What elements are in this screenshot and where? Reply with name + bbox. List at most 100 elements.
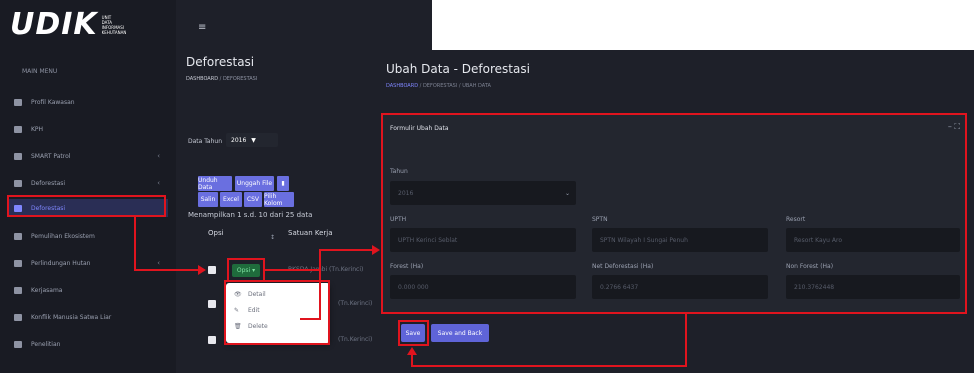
- list-page-screenshot: UDIK UNIT DATA INFORMASI KEHUTANAN MAIN …: [0, 0, 432, 373]
- breadcrumb-ubah-data: UBAH DATA: [462, 83, 491, 89]
- sidebar-item-kerjasama[interactable]: Kerjasama: [8, 281, 168, 299]
- unggah-file-button[interactable]: Unggah File: [235, 176, 274, 191]
- sidebar-item-label: Kerjasama: [31, 286, 63, 294]
- pencil-icon: ✎: [234, 307, 240, 314]
- sidebar-item-label: Pemulihan Ekosistem: [31, 232, 95, 240]
- column-header-satuan-kerja[interactable]: Satuan Kerja: [288, 229, 333, 237]
- excel-button[interactable]: Excel: [220, 192, 242, 207]
- menu-item-label: Detail: [248, 291, 266, 298]
- net-deforestasi-field[interactable]: 0.2766 6437: [592, 275, 768, 299]
- nav-section-title: MAIN MENU: [22, 68, 58, 75]
- chevron-left-icon: ‹: [157, 259, 160, 267]
- eye-icon: 👁: [234, 291, 242, 298]
- forest-field[interactable]: 0.000 000: [390, 275, 576, 299]
- card-collapse-maximize-icons[interactable]: – ⛶: [948, 122, 960, 132]
- field-label-upth: UPTH: [390, 216, 407, 223]
- year-filter-select[interactable]: 2016 ▼: [226, 133, 278, 147]
- logo-text: UDIK: [10, 7, 98, 42]
- salin-button[interactable]: Salin: [198, 192, 218, 207]
- field-label-resort: Resort: [786, 216, 806, 223]
- menu-item-edit[interactable]: ✎ Edit: [234, 307, 260, 314]
- table-cell-satuan-kerja: (Tn.Kerinci): [338, 300, 373, 307]
- upth-field[interactable]: UPTH Kerinci Seblat: [390, 228, 576, 252]
- field-label-tahun: Tahun: [390, 168, 408, 175]
- menu-item-detail[interactable]: 👁 Detail: [234, 291, 266, 298]
- row-checkbox[interactable]: [208, 336, 216, 344]
- sidebar-item-profil-kawasan[interactable]: Profil Kawasan: [8, 93, 168, 111]
- edit-form-card: Formulir Ubah Data – ⛶ Tahun 2016 ⌄ UPTH…: [382, 114, 966, 312]
- file-icon[interactable]: ▮: [277, 176, 289, 191]
- page-title: Ubah Data - Deforestasi: [386, 62, 530, 76]
- save-button[interactable]: Save: [401, 324, 425, 342]
- tahun-value: 2016: [398, 189, 414, 197]
- opsi-dropdown-menu: 👁 Detail ✎ Edit 🗑 Delete: [226, 283, 330, 343]
- menu-icon: [14, 340, 22, 348]
- menu-icon: [14, 98, 22, 106]
- unduh-data-button[interactable]: Unduh Data: [198, 176, 232, 191]
- sidebar-item-label: Deforestasi: [31, 204, 66, 212]
- menu-icon: [14, 125, 22, 133]
- menu-icon: [14, 179, 22, 187]
- trash-icon: 🗑: [234, 323, 242, 330]
- sort-icon[interactable]: ↕: [270, 234, 275, 241]
- breadcrumb-dashboard[interactable]: DASHBOARD: [186, 76, 218, 82]
- breadcrumb: DASHBOARD / DEFORESTASI / UBAH DATA: [386, 83, 491, 89]
- sidebar-item-perlindungan-hutan[interactable]: Perlindungan Hutan ‹: [8, 254, 168, 272]
- menu-icon: [14, 286, 22, 294]
- table-cell-satuan-kerja: (Tn.Kerinci): [338, 336, 373, 343]
- table-info-text: Menampilkan 1 s.d. 10 dari 25 data: [188, 211, 313, 219]
- sidebar-item-kph[interactable]: KPH: [8, 120, 168, 138]
- sidebar-item-konflik-satwa[interactable]: Konflik Manusia Satwa Liar: [8, 308, 168, 326]
- menu-icon: [14, 313, 22, 321]
- edit-page-screenshot: Ubah Data - Deforestasi DASHBOARD / DEFO…: [374, 50, 974, 373]
- sidebar-item-label: Profil Kawasan: [31, 98, 75, 106]
- save-and-back-button[interactable]: Save and Back: [431, 324, 489, 342]
- chevron-left-icon: ‹: [157, 152, 160, 160]
- menu-item-label: Edit: [248, 307, 260, 314]
- column-header-opsi: Opsi: [208, 229, 224, 237]
- breadcrumb-deforestasi[interactable]: DEFORESTASI: [423, 83, 457, 89]
- hamburger-menu-icon[interactable]: ≡: [198, 22, 206, 33]
- field-label-net-deforestasi: Net Deforestasi (Ha): [592, 263, 654, 270]
- resort-field[interactable]: Resort Kayu Aro: [786, 228, 960, 252]
- top-bar: [176, 0, 432, 48]
- tahun-select[interactable]: 2016 ⌄: [390, 181, 576, 205]
- sptn-field[interactable]: SPTN Wilayah I Sungai Penuh: [592, 228, 768, 252]
- field-label-non-forest: Non Forest (Ha): [786, 263, 834, 270]
- chevron-down-icon: ⌄: [564, 189, 570, 197]
- sidebar-item-smart-patrol[interactable]: SMART Patrol ‹: [8, 147, 168, 165]
- sidebar-item-label: Deforestasi: [31, 179, 66, 187]
- sidebar-item-deforestasi[interactable]: Deforestasi: [8, 199, 168, 217]
- chevron-left-icon: ‹: [157, 179, 160, 187]
- menu-icon: [14, 204, 22, 212]
- card-title: Formulir Ubah Data: [390, 125, 449, 132]
- page-title: Deforestasi: [186, 55, 255, 69]
- sidebar-item-label: Konflik Manusia Satwa Liar: [31, 313, 112, 321]
- opsi-dropdown-button[interactable]: Opsi ▾: [232, 264, 260, 277]
- app-logo[interactable]: UDIK UNIT DATA INFORMASI KEHUTANAN: [10, 8, 126, 42]
- menu-icon: [14, 232, 22, 240]
- row-checkbox[interactable]: [208, 266, 216, 274]
- sidebar-item-label: Perlindungan Hutan: [31, 259, 91, 267]
- pilih-kolom-button[interactable]: Pilih Kolom: [264, 192, 294, 207]
- sidebar-item-label: Penelitian: [31, 340, 61, 348]
- menu-item-label: Delete: [248, 323, 268, 330]
- sidebar-item-label: KPH: [31, 125, 44, 133]
- menu-icon: [14, 259, 22, 267]
- table-cell-satuan-kerja: BKSDA Jambi (Tn.Kerinci): [288, 266, 364, 273]
- row-checkbox[interactable]: [208, 300, 216, 308]
- breadcrumb-dashboard[interactable]: DASHBOARD: [386, 83, 418, 89]
- sidebar-item-penelitian[interactable]: Penelitian: [8, 335, 168, 353]
- field-label-forest: Forest (Ha): [390, 263, 424, 270]
- year-filter-label: Data Tahun: [188, 138, 222, 145]
- sidebar-item-deforestasi-group[interactable]: Deforestasi ‹: [8, 174, 168, 192]
- year-filter-value: 2016: [231, 136, 247, 144]
- field-label-sptn: SPTN: [592, 216, 608, 223]
- non-forest-field[interactable]: 210.3762448: [786, 275, 960, 299]
- caret-down-icon: ▼: [251, 136, 256, 144]
- menu-item-delete[interactable]: 🗑 Delete: [234, 323, 268, 330]
- sidebar: UDIK UNIT DATA INFORMASI KEHUTANAN MAIN …: [0, 0, 176, 373]
- sidebar-item-pemulihan-ekosistem[interactable]: Pemulihan Ekosistem: [8, 227, 168, 245]
- logo-subtext: UNIT DATA INFORMASI KEHUTANAN: [101, 15, 127, 35]
- csv-button[interactable]: CSV: [244, 192, 262, 207]
